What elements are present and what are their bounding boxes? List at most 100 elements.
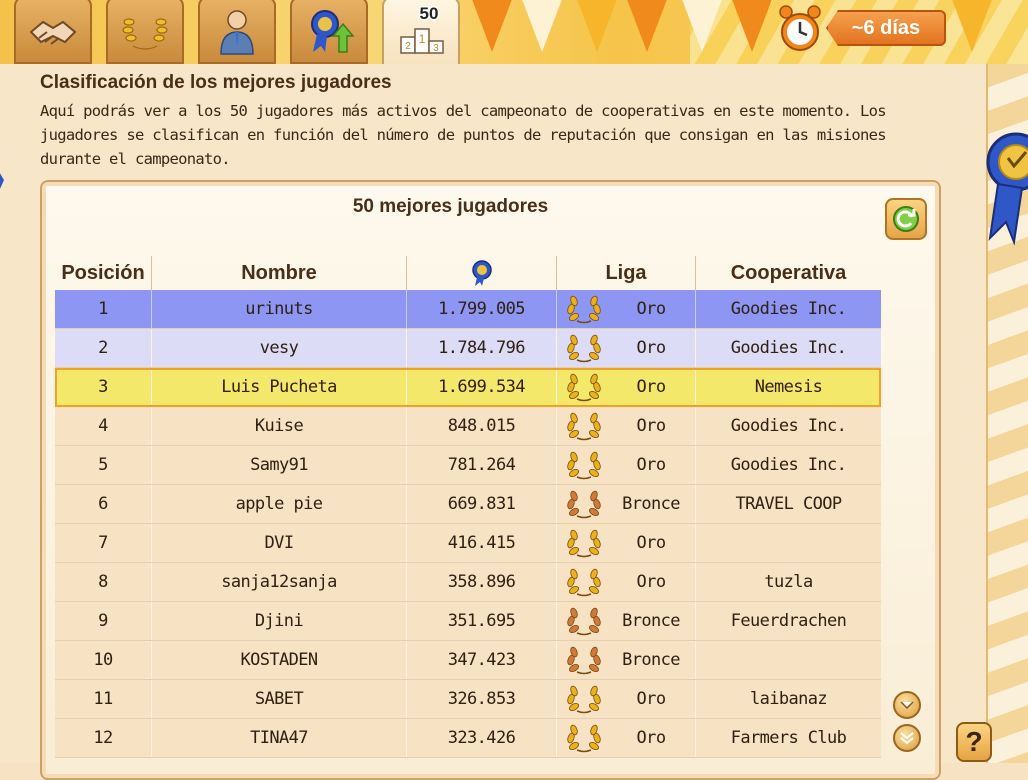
- league-name: Oro: [636, 533, 667, 553]
- league-name: Oro: [636, 455, 667, 475]
- cell-coop: TRAVEL COOP: [735, 494, 843, 514]
- cell-position: 11: [55, 680, 152, 718]
- gold-laurel-icon: [565, 372, 603, 402]
- cell-points: 323.426: [407, 719, 557, 757]
- table-row[interactable]: 6 apple pie 669.831 Bronce TRAVEL COOP: [55, 485, 881, 524]
- col-league[interactable]: Liga: [557, 256, 696, 290]
- cell-position: 8: [55, 563, 152, 601]
- rosette-upgrade-icon: [311, 10, 355, 53]
- cell-coop: [696, 641, 881, 679]
- tab-cooperation[interactable]: [14, 0, 92, 64]
- podium-first: 1: [419, 32, 426, 46]
- cell-points: 347.423: [407, 641, 557, 679]
- cell-name: vesy: [152, 329, 407, 367]
- cell-position: 7: [55, 524, 152, 562]
- cell-name: KOSTADEN: [152, 641, 407, 679]
- col-coop[interactable]: Cooperativa: [696, 256, 881, 290]
- cell-points: 358.896: [407, 563, 557, 601]
- refresh-icon: [893, 206, 919, 232]
- bronze-laurel-icon: [565, 645, 603, 675]
- table-row[interactable]: 5 Samy91 781.264 Oro Goodies Inc.: [55, 446, 881, 485]
- col-position[interactable]: Posición: [55, 256, 152, 290]
- help-label: ?: [965, 726, 983, 757]
- cell-position: 2: [55, 329, 152, 367]
- cell-points: 326.853: [407, 680, 557, 718]
- cell-position: 5: [55, 446, 152, 484]
- tab-ranking[interactable]: 2 1 3 50: [382, 0, 460, 66]
- table-row[interactable]: 3 Luis Pucheta 1.699.534 Oro Nemesis: [55, 368, 881, 407]
- rosette-icon: [471, 260, 492, 286]
- leaderboard-table: Posición Nombre Liga Cooperativa 1 urinu…: [55, 256, 881, 758]
- league-name: Bronce: [622, 650, 680, 670]
- chevron-down-icon: [900, 701, 914, 710]
- cell-coop: Goodies Inc.: [730, 299, 847, 319]
- cell-league: Bronce: [557, 641, 696, 679]
- tab-rewards[interactable]: [290, 0, 368, 64]
- table-row[interactable]: 12 TINA47 323.426 Oro Farmers Club: [55, 719, 881, 758]
- gold-laurel-icon: [565, 294, 603, 324]
- cell-coop: Goodies Inc.: [730, 338, 847, 358]
- businessman-icon: [220, 10, 254, 55]
- cell-league: Bronce: [557, 485, 696, 523]
- col-reputation[interactable]: [407, 256, 557, 290]
- page-title: Clasificación de los mejores jugadores: [40, 72, 392, 93]
- help-button[interactable]: ?: [956, 722, 992, 762]
- league-name: Oro: [636, 416, 667, 436]
- cell-coop: Nemesis: [754, 377, 823, 397]
- cell-position: 1: [55, 290, 152, 328]
- table-row[interactable]: 2 vesy 1.784.796 Oro Goodies Inc.: [55, 329, 881, 368]
- cell-coop: [696, 524, 881, 562]
- cell-position: 6: [55, 485, 152, 523]
- league-name: Bronce: [622, 611, 680, 631]
- table-row[interactable]: 8 sanja12sanja 358.896 Oro tuzla: [55, 563, 881, 602]
- league-name: Oro: [636, 689, 667, 709]
- table-row[interactable]: 10 KOSTADEN 347.423 Bronce: [55, 641, 881, 680]
- tab-members[interactable]: [198, 0, 276, 64]
- cell-league: Oro: [557, 719, 696, 757]
- cell-league: Bronce: [557, 602, 696, 640]
- scroll-down-button[interactable]: [893, 691, 921, 719]
- gold-laurel-icon: [565, 528, 603, 558]
- gold-laurel-icon: [565, 333, 603, 363]
- leaderboard-title: 50 mejores jugadores: [352, 196, 549, 217]
- page-description: Aquí podrás ver a los 50 jugadores más a…: [40, 102, 887, 168]
- podium-icon: 2 1 3 50: [400, 3, 444, 54]
- league-name: Oro: [636, 299, 667, 319]
- cell-name: DVI: [152, 524, 407, 562]
- table-row[interactable]: 4 Kuise 848.015 Oro Goodies Inc.: [55, 407, 881, 446]
- scroll-end-button[interactable]: [893, 724, 921, 752]
- table-row[interactable]: 9 Djini 351.695 Bronce Feuerdrachen: [55, 602, 881, 641]
- refresh-button[interactable]: [885, 198, 927, 240]
- col-name[interactable]: Nombre: [152, 256, 407, 290]
- cell-coop: Farmers Club: [730, 728, 847, 748]
- table-row[interactable]: 11 SABET 326.853 Oro laibanaz: [55, 680, 881, 719]
- league-name: Oro: [636, 338, 667, 358]
- cell-league: Oro: [557, 524, 696, 562]
- table-row[interactable]: 7 DVI 416.415 Oro: [55, 524, 881, 563]
- table-row[interactable]: 1 urinuts 1.799.005 Oro Goodies Inc.: [55, 290, 881, 329]
- bronze-laurel-icon: [565, 489, 603, 519]
- cell-league: Oro: [557, 368, 696, 406]
- cell-position: 4: [55, 407, 152, 445]
- league-name: Oro: [636, 377, 667, 397]
- double-chevron-down-icon: [900, 732, 914, 745]
- cell-league: Oro: [557, 329, 696, 367]
- table-header: Posición Nombre Liga Cooperativa: [55, 256, 881, 290]
- alarm-clock-icon: [779, 5, 821, 51]
- cell-name: TINA47: [152, 719, 407, 757]
- cell-name: urinuts: [152, 290, 407, 328]
- cell-points: 669.831: [407, 485, 557, 523]
- cell-position: 3: [55, 368, 152, 406]
- tab-leagues[interactable]: [106, 0, 184, 64]
- gold-laurel-icon: [565, 450, 603, 480]
- cell-position: 9: [55, 602, 152, 640]
- league-name: Bronce: [622, 494, 680, 514]
- cell-league: Oro: [557, 563, 696, 601]
- cell-coop: Feuerdrachen: [730, 611, 847, 631]
- rosette-decoration-right: [986, 132, 1028, 246]
- time-remaining-label: ~6 días: [851, 16, 921, 39]
- cell-points: 1.699.534: [407, 368, 557, 406]
- cell-coop: tuzla: [764, 572, 813, 592]
- cell-coop: laibanaz: [749, 689, 828, 709]
- cell-position: 12: [55, 719, 152, 757]
